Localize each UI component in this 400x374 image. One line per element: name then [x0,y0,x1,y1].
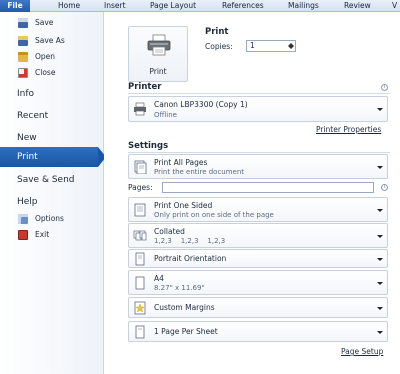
tab-insert[interactable]: Insert [104,0,126,12]
margins-dropdown[interactable]: Custom Margins [128,297,388,318]
print-range-dropdown[interactable]: Print All Pages Print the entire documen… [128,154,388,179]
chevron-down-icon [377,165,383,169]
tab-home[interactable]: Home [58,0,80,12]
nav-save-as-label: Save As [35,36,65,45]
printer-dropdown[interactable]: Canon LBP3300 (Copy 1) Offline [128,96,388,122]
chevron-down-icon [377,306,383,310]
pages-per-sheet-title: 1 Page Per Sheet [154,327,218,336]
pages-info-icon[interactable]: i [381,184,388,191]
nav-open[interactable]: Open [4,50,100,63]
nav-open-label: Open [35,52,56,61]
print-pages-icon [134,160,147,174]
nav-close-label: Close [35,68,56,77]
orientation-title: Portrait Orientation [154,254,227,263]
tab-mailings[interactable]: Mailings [288,0,319,12]
pages-label: Pages: [128,183,153,192]
nav-print-label: Print [17,152,38,162]
portrait-icon [135,252,145,265]
nav-options-label: Options [35,214,64,223]
printer-info-icon[interactable]: i [381,84,388,91]
tab-review[interactable]: Review [344,0,371,12]
print-button-label: Print [149,67,167,76]
chevron-down-icon [377,208,383,212]
sides-subtitle: Only print on one side of the page [154,211,274,219]
copies-stepper[interactable]: 1 [246,40,296,52]
chevron-down-icon [377,108,383,111]
sides-dropdown[interactable]: Print One Sided Only print on one side o… [128,197,388,222]
nav-recent[interactable]: Recent [0,106,104,126]
chevron-down-icon [377,257,383,261]
margins-icon [134,301,146,314]
chevron-down-icon [377,281,383,285]
save-as-icon [18,36,28,46]
collation-subtitle: 1,2,3 1,2,3 1,2,3 [154,237,226,245]
paper-size-title: A4 [154,274,164,283]
orientation-dropdown[interactable]: Portrait Orientation [128,249,388,268]
tab-view[interactable]: V [392,0,397,12]
collated-icon [133,230,147,240]
nav-info[interactable]: Info [0,84,104,104]
pages-input[interactable] [162,182,374,193]
backstage-nav: Save Save As Open Close Info Recent New … [0,12,106,374]
nav-close[interactable]: Close [4,66,100,79]
save-icon [18,18,28,28]
chevron-down-icon [377,330,383,334]
nav-save-as[interactable]: Save As [4,34,100,47]
nav-exit-label: Exit [35,230,50,239]
nav-save-send[interactable]: Save & Send [0,170,104,190]
print-button[interactable]: Print [128,26,188,82]
printer-properties-link[interactable]: Printer Properties [316,125,381,134]
printer-icon [147,34,171,56]
one-sided-icon [134,203,146,216]
tab-page-layout[interactable]: Page Layout [150,0,196,12]
copies-label: Copies: [205,42,233,51]
printer-divider [128,93,390,94]
paper-size-subtitle: 8.27" x 11.69" [154,284,205,292]
copies-value: 1 [250,41,255,50]
paper-size-dropdown[interactable]: A4 8.27" x 11.69" [128,270,388,295]
printer-name: Canon LBP3300 (Copy 1) [154,100,248,109]
collation-dropdown[interactable]: Collated 1,2,3 1,2,3 1,2,3 [128,223,388,248]
pages-per-sheet-icon [135,325,145,338]
sides-title: Print One Sided [154,201,213,210]
nav-exit[interactable]: Exit [4,228,100,241]
nav-help[interactable]: Help [0,192,104,212]
print-heading: Print [205,27,229,37]
nav-save[interactable]: Save [4,16,100,29]
nav-options[interactable]: Options [4,212,100,225]
nav-print[interactable]: Print [0,147,106,167]
margins-title: Custom Margins [154,303,215,312]
printer-status: Offline [154,111,177,119]
printer-heading: Printer [128,82,162,92]
collation-title: Collated [154,227,185,236]
printer-small-icon [134,102,146,116]
ribbon-tab-bar: File Home Insert Page Layout References … [0,0,400,12]
tab-file[interactable]: File [0,0,30,12]
settings-divider [128,152,390,153]
open-folder-icon [18,52,28,62]
print-range-title: Print All Pages [154,158,208,167]
spin-down-icon[interactable] [288,46,294,50]
close-document-icon [18,68,28,78]
options-icon [18,214,28,224]
pages-per-sheet-dropdown[interactable]: 1 Page Per Sheet [128,321,388,342]
tab-references[interactable]: References [222,0,264,12]
nav-new[interactable]: New [0,128,104,148]
exit-icon [18,230,28,240]
chevron-down-icon [377,234,383,238]
settings-heading: Settings [128,141,169,151]
page-setup-link[interactable]: Page Setup [341,347,383,356]
print-panel: Print Print Copies: 1 Printer i Canon LB… [104,12,400,374]
nav-save-label: Save [35,18,54,27]
print-range-subtitle: Print the entire document [154,168,245,176]
paper-size-icon [135,276,145,289]
